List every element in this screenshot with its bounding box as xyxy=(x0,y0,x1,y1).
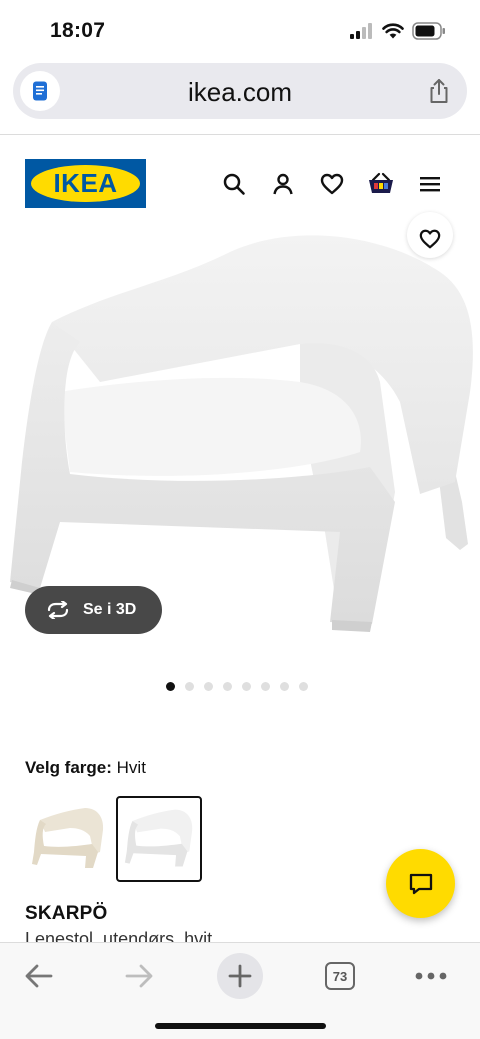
product-name: SKARPÖ xyxy=(25,903,108,924)
product-image[interactable] xyxy=(0,232,480,640)
status-icons xyxy=(350,22,446,40)
rotate-3d-icon xyxy=(47,601,69,619)
wishlist-button[interactable] xyxy=(318,170,346,198)
chair-thumbnail-white xyxy=(124,809,193,867)
wifi-icon xyxy=(382,23,404,39)
gallery-dot[interactable] xyxy=(185,682,194,691)
forward-button[interactable] xyxy=(116,953,162,999)
gallery-dot[interactable] xyxy=(242,682,251,691)
divider xyxy=(0,134,480,135)
address-bar[interactable]: ikea.com xyxy=(13,63,467,119)
gallery-dot[interactable] xyxy=(280,682,289,691)
cellular-signal-icon xyxy=(350,23,372,39)
status-bar: 18:07 xyxy=(0,0,480,60)
search-button[interactable] xyxy=(220,170,248,198)
more-options-button[interactable] xyxy=(408,953,454,999)
search-icon xyxy=(223,173,245,195)
status-time: 18:07 xyxy=(50,19,106,42)
battery-icon xyxy=(412,22,445,40)
logo-oval: IKEA xyxy=(31,165,140,202)
chair-thumbnail-beige xyxy=(32,808,104,868)
gallery-dot[interactable] xyxy=(299,682,308,691)
user-icon xyxy=(273,173,293,195)
tab-count: 73 xyxy=(325,962,355,990)
color-swatch-beige[interactable] xyxy=(25,796,111,882)
logo-wordmark: IKEA xyxy=(53,168,118,198)
arrow-right-icon xyxy=(125,964,153,988)
share-button[interactable] xyxy=(425,77,453,105)
share-icon xyxy=(430,79,448,103)
arrow-left-icon xyxy=(25,964,53,988)
menu-button[interactable] xyxy=(416,170,444,198)
home-indicator xyxy=(155,1023,326,1029)
chat-button[interactable] xyxy=(386,849,455,918)
color-label-value: Hvit xyxy=(116,758,146,777)
gallery-dot[interactable] xyxy=(261,682,270,691)
back-button[interactable] xyxy=(16,953,62,999)
url-text[interactable]: ikea.com xyxy=(13,77,467,108)
new-tab-button[interactable] xyxy=(217,953,263,999)
tabs-button[interactable]: 73 xyxy=(317,953,363,999)
gallery-dot[interactable] xyxy=(223,682,232,691)
heart-icon xyxy=(320,173,344,195)
cart-button[interactable] xyxy=(367,170,395,198)
chat-icon xyxy=(409,873,432,894)
account-button[interactable] xyxy=(269,170,297,198)
view-in-3d-button[interactable]: Se i 3D xyxy=(25,586,162,634)
gallery-dot[interactable] xyxy=(204,682,213,691)
color-label-title: Velg farge: xyxy=(25,758,112,777)
header-actions xyxy=(220,170,450,198)
color-swatch-white[interactable] xyxy=(116,796,202,882)
save-to-list-button[interactable] xyxy=(407,212,453,258)
gallery-pagination[interactable] xyxy=(166,682,308,691)
menu-icon xyxy=(420,177,440,192)
gallery-dot[interactable] xyxy=(166,682,175,691)
shopping-bag-icon xyxy=(369,172,393,193)
heart-icon xyxy=(419,229,441,249)
chair-image xyxy=(10,235,473,632)
plus-icon xyxy=(228,964,252,988)
more-dots-icon xyxy=(415,972,447,980)
view-in-3d-label: Se i 3D xyxy=(83,601,137,618)
color-selector-label: Velg farge: Hvit xyxy=(25,758,146,778)
product-description: Lenestol, utendørs, hvit xyxy=(25,929,213,942)
ikea-logo[interactable]: IKEA xyxy=(25,159,146,208)
